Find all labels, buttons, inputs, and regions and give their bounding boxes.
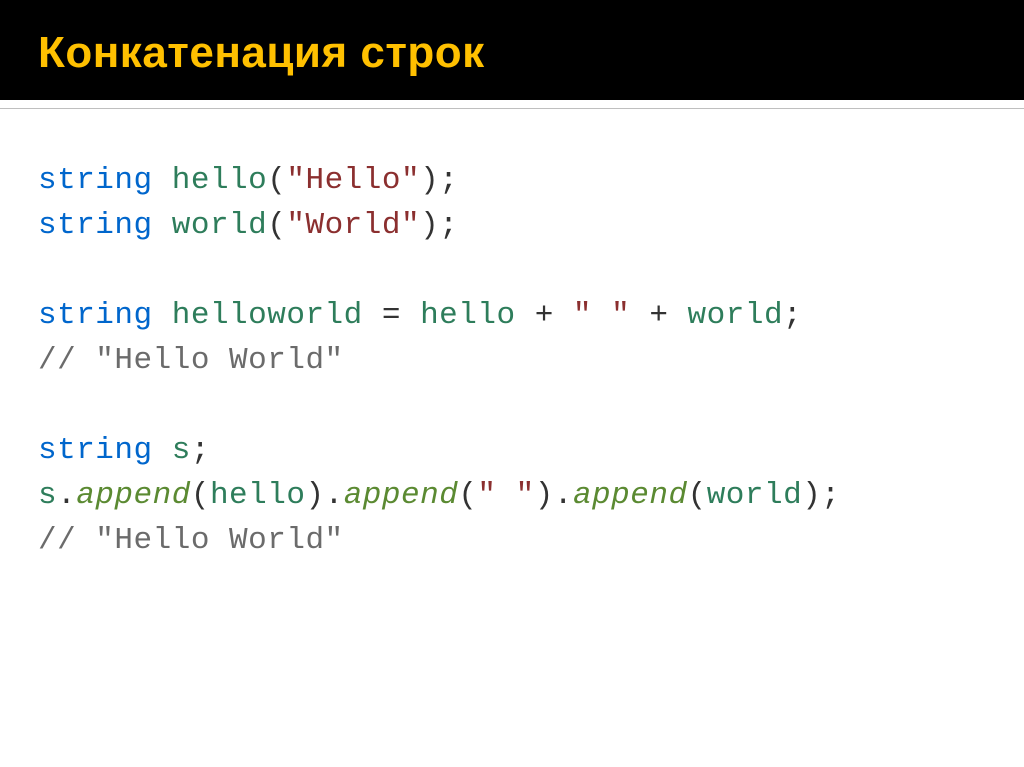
method-append: append	[344, 478, 459, 513]
op-plus: +	[516, 298, 573, 333]
var-helloworld: helloworld	[172, 298, 363, 333]
code-blank	[38, 249, 1024, 294]
comment: // "Hello World"	[38, 523, 344, 558]
var-s: s	[38, 478, 57, 513]
keyword-string: string	[38, 208, 153, 243]
var-s: s	[172, 433, 191, 468]
var-hello: hello	[210, 478, 306, 513]
code-line: // "Hello World"	[38, 519, 1024, 564]
method-append: append	[76, 478, 191, 513]
var-world: world	[707, 478, 803, 513]
var-hello: hello	[420, 298, 516, 333]
var-world: world	[688, 298, 784, 333]
method-append: append	[573, 478, 688, 513]
title-band: Конкатенация строк	[0, 0, 1024, 100]
op-plus: +	[630, 298, 687, 333]
paren: (	[191, 478, 210, 513]
comment: // "Hello World"	[38, 343, 344, 378]
string-literal-hello: "Hello"	[286, 163, 420, 198]
code-line: string helloworld = hello + " " + world;	[38, 294, 1024, 339]
code-blank	[38, 384, 1024, 429]
code-line: string world("World");	[38, 204, 1024, 249]
paren: (	[267, 163, 286, 198]
paren: ).	[305, 478, 343, 513]
code-line: string hello("Hello");	[38, 159, 1024, 204]
keyword-string: string	[38, 298, 153, 333]
semicolon: ;	[783, 298, 802, 333]
code-line: string s;	[38, 429, 1024, 474]
code-block: string hello("Hello"); string world("Wor…	[0, 109, 1024, 563]
op-eq: =	[363, 298, 420, 333]
code-line: // "Hello World"	[38, 339, 1024, 384]
slide: Конкатенация строк string hello("Hello")…	[0, 0, 1024, 767]
slide-title: Конкатенация строк	[38, 28, 1024, 78]
string-literal-world: "World"	[286, 208, 420, 243]
semicolon: ;	[191, 433, 210, 468]
string-literal-space: " "	[573, 298, 630, 333]
code-line: s.append(hello).append(" ").append(world…	[38, 474, 1024, 519]
paren: (	[458, 478, 477, 513]
keyword-string: string	[38, 163, 153, 198]
var-world: world	[172, 208, 268, 243]
paren: ).	[535, 478, 573, 513]
paren: );	[802, 478, 840, 513]
paren: (	[688, 478, 707, 513]
dot: .	[57, 478, 76, 513]
keyword-string: string	[38, 433, 153, 468]
paren: );	[420, 163, 458, 198]
var-hello: hello	[172, 163, 268, 198]
string-literal-space: " "	[477, 478, 534, 513]
paren: (	[267, 208, 286, 243]
paren: );	[420, 208, 458, 243]
